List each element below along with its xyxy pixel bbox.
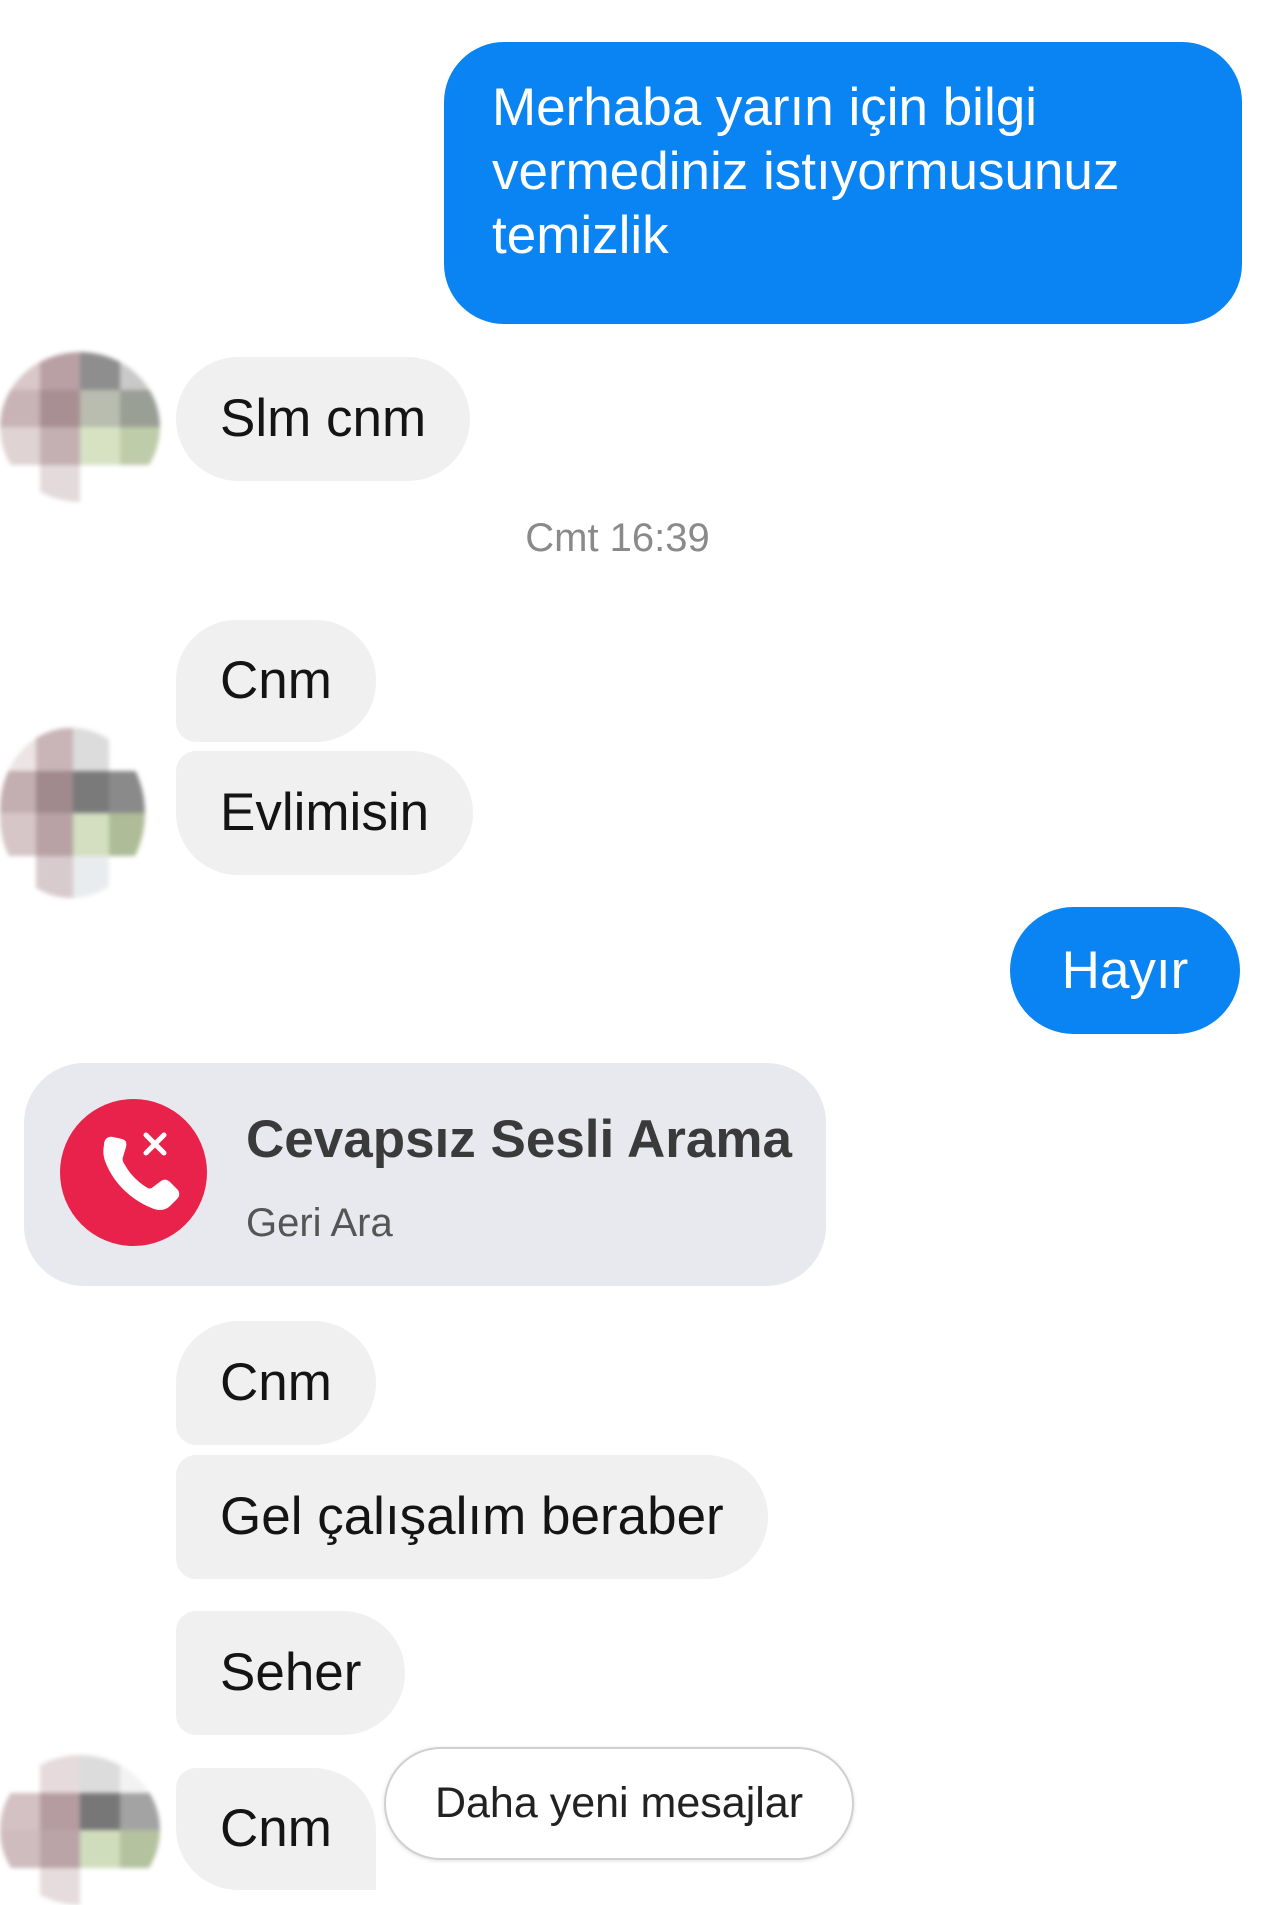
received-message-text: Cnm bbox=[220, 1799, 332, 1858]
received-message-text: Gel çalışalım beraber bbox=[220, 1487, 724, 1546]
received-message-bubble[interactable]: Cnm bbox=[176, 620, 376, 742]
call-back-link[interactable]: Geri Ara bbox=[246, 1201, 393, 1246]
received-message-bubble[interactable]: Cnm bbox=[176, 1768, 376, 1890]
received-message-text: Evlimisin bbox=[220, 783, 430, 842]
received-message-bubble[interactable]: Cnm bbox=[176, 1321, 376, 1445]
sent-message-text: Merhaba yarın için bilgi vermediniz istı… bbox=[492, 78, 1120, 265]
sent-message-bubble[interactable]: Merhaba yarın için bilgi vermediniz istı… bbox=[444, 42, 1242, 324]
missed-call-card[interactable]: Cevapsız Sesli Arama Geri Ara bbox=[24, 1063, 826, 1286]
contact-avatar[interactable] bbox=[0, 1755, 160, 1905]
received-message-text: Slm cnm bbox=[220, 389, 427, 448]
received-message-text: Cnm bbox=[220, 1353, 332, 1412]
missed-call-icon bbox=[60, 1099, 207, 1246]
received-message-bubble[interactable]: Evlimisin bbox=[176, 751, 474, 875]
sent-message-text: Hayır bbox=[1061, 940, 1189, 1000]
message-timestamp: Cmt 16:39 bbox=[525, 516, 710, 560]
sent-message-bubble[interactable]: Hayır bbox=[1010, 907, 1240, 1034]
missed-call-title: Cevapsız Sesli Arama bbox=[246, 1110, 792, 1169]
received-message-bubble[interactable]: Slm cnm bbox=[176, 357, 471, 481]
received-message-text: Seher bbox=[220, 1643, 362, 1702]
contact-avatar[interactable] bbox=[0, 352, 160, 502]
contact-avatar[interactable] bbox=[0, 728, 145, 898]
received-message-text: Cnm bbox=[220, 651, 332, 710]
newer-messages-button[interactable]: Daha yeni mesajlar bbox=[384, 1747, 854, 1860]
received-message-bubble[interactable]: Seher bbox=[176, 1611, 406, 1735]
received-message-bubble[interactable]: Gel çalışalım beraber bbox=[176, 1455, 768, 1579]
